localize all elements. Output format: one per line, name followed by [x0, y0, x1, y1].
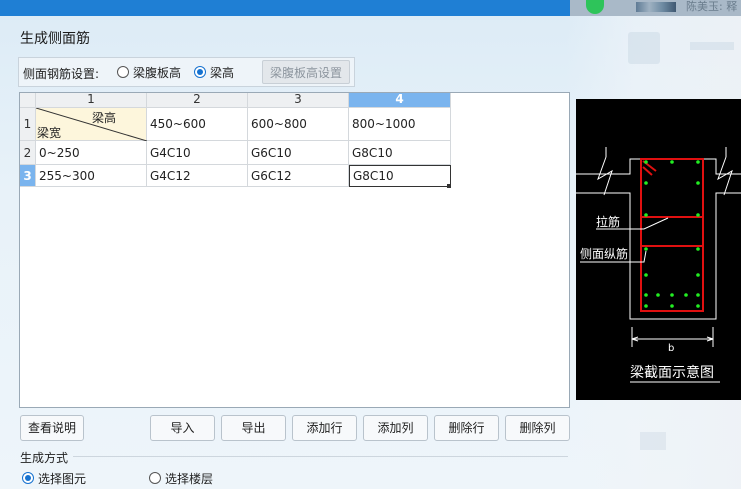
table-cell[interactable]: 800~1000 — [349, 108, 451, 141]
delete-column-button[interactable]: 删除列 — [505, 415, 570, 441]
cell-text: 600~800 — [251, 117, 307, 131]
stirrup — [640, 158, 704, 312]
dialog-title: 生成侧面筋 — [20, 31, 90, 47]
cell-text: G8C10 — [353, 169, 394, 183]
setting-label: 侧面钢筋设置: — [23, 67, 100, 81]
table-cell[interactable]: 0~250 — [36, 141, 147, 165]
cell-text: 800~1000 — [352, 117, 416, 131]
row-header-1[interactable]: 1 — [20, 108, 36, 141]
table-cell[interactable]: G6C10 — [248, 141, 349, 165]
cell-text: G4C10 — [150, 145, 191, 160]
add-row-button[interactable]: 添加行 — [292, 415, 357, 441]
cell-text: 255~300 — [39, 168, 95, 183]
table-cell[interactable]: G6C12 — [248, 165, 349, 187]
radio-beam-height[interactable]: 梁高 — [194, 65, 235, 80]
active-table-cell[interactable]: G8C10 — [349, 165, 451, 187]
background-window-bar — [690, 42, 734, 50]
import-button[interactable]: 导入 — [150, 415, 215, 441]
table-cell[interactable]: G4C12 — [147, 165, 248, 187]
table-cell[interactable]: 600~800 — [248, 108, 349, 141]
radio-label: 选择图元 — [38, 471, 87, 486]
diagram-caption: 梁截面示意图 — [630, 364, 714, 381]
table-cell[interactable]: G4C10 — [147, 141, 248, 165]
column-header-2[interactable]: 2 — [147, 93, 248, 108]
radio-select-element[interactable]: 选择图元 — [22, 471, 87, 486]
beam-section-drawing: 拉筋 侧面纵筋 b 梁截面示意图 — [576, 147, 741, 383]
thumbnail-icons — [636, 2, 676, 12]
leader-lines — [580, 217, 720, 383]
radio-checked-icon — [194, 66, 206, 78]
row-index: 3 — [23, 168, 32, 183]
table-cell[interactable]: 255~300 — [36, 165, 147, 187]
delete-row-button[interactable]: 删除行 — [434, 415, 499, 441]
row-header-2[interactable]: 2 — [20, 141, 36, 165]
radio-label: 选择楼层 — [165, 471, 214, 486]
table-cell[interactable]: G8C10 — [349, 141, 451, 165]
row-index: 2 — [23, 145, 32, 160]
label-width-b: b — [668, 343, 674, 354]
column-header-3[interactable]: 3 — [248, 93, 349, 108]
corner-top-label: 梁高 — [91, 111, 116, 125]
help-button[interactable]: 查看说明 — [20, 415, 84, 441]
radio-circle-icon — [149, 472, 161, 484]
concrete-outline — [576, 147, 741, 320]
radio-web-height[interactable]: 梁腹板高 — [117, 65, 182, 80]
cell-text: G8C10 — [352, 145, 393, 160]
cell-text: 0~250 — [39, 145, 80, 160]
background-window-icon — [628, 32, 660, 64]
add-column-button[interactable]: 添加列 — [363, 415, 428, 441]
generation-method-label: 生成方式 — [20, 451, 69, 465]
rebar-table: 1 2 3 4 1 梁高 梁宽 450~600 600~800 800~1000… — [19, 92, 570, 408]
radio-label: 梁高 — [210, 65, 235, 80]
web-height-setting-button[interactable]: 梁腹板高设置 — [262, 60, 350, 84]
radio-checked-icon — [22, 472, 34, 484]
fill-handle[interactable] — [447, 184, 451, 188]
export-button[interactable]: 导出 — [221, 415, 286, 441]
grid-corner-header — [20, 93, 36, 108]
cell-text: G6C12 — [251, 168, 292, 183]
header-corner-cell[interactable]: 梁高 梁宽 — [36, 108, 147, 141]
table-cell[interactable]: 450~600 — [147, 108, 248, 141]
rebar-points — [644, 160, 700, 308]
group-divider — [73, 456, 568, 457]
beam-section-diagram: 拉筋 侧面纵筋 b 梁截面示意图 — [576, 99, 741, 400]
radio-label: 梁腹板高 — [133, 65, 182, 80]
row-header-3[interactable]: 3 — [20, 165, 36, 187]
taskbar-user-text: 陈美玉: 释 — [686, 0, 738, 13]
side-rebar-setting-group: 侧面钢筋设置: 梁腹板高 梁高 梁腹板高设置 — [18, 57, 355, 87]
radio-circle-icon — [117, 66, 129, 78]
label-side-bar: 侧面纵筋 — [580, 246, 628, 261]
row-index: 1 — [23, 117, 32, 131]
column-header-1[interactable]: 1 — [36, 93, 147, 108]
column-header-4[interactable]: 4 — [349, 93, 451, 108]
cell-text: G4C12 — [150, 168, 191, 183]
corner-bottom-label: 梁宽 — [37, 126, 62, 140]
radio-select-floor[interactable]: 选择楼层 — [149, 471, 214, 486]
cell-text: G6C10 — [251, 145, 292, 160]
label-tie-bar: 拉筋 — [596, 214, 620, 229]
background-window-icon-2 — [640, 432, 666, 450]
cell-text: 450~600 — [150, 117, 206, 131]
